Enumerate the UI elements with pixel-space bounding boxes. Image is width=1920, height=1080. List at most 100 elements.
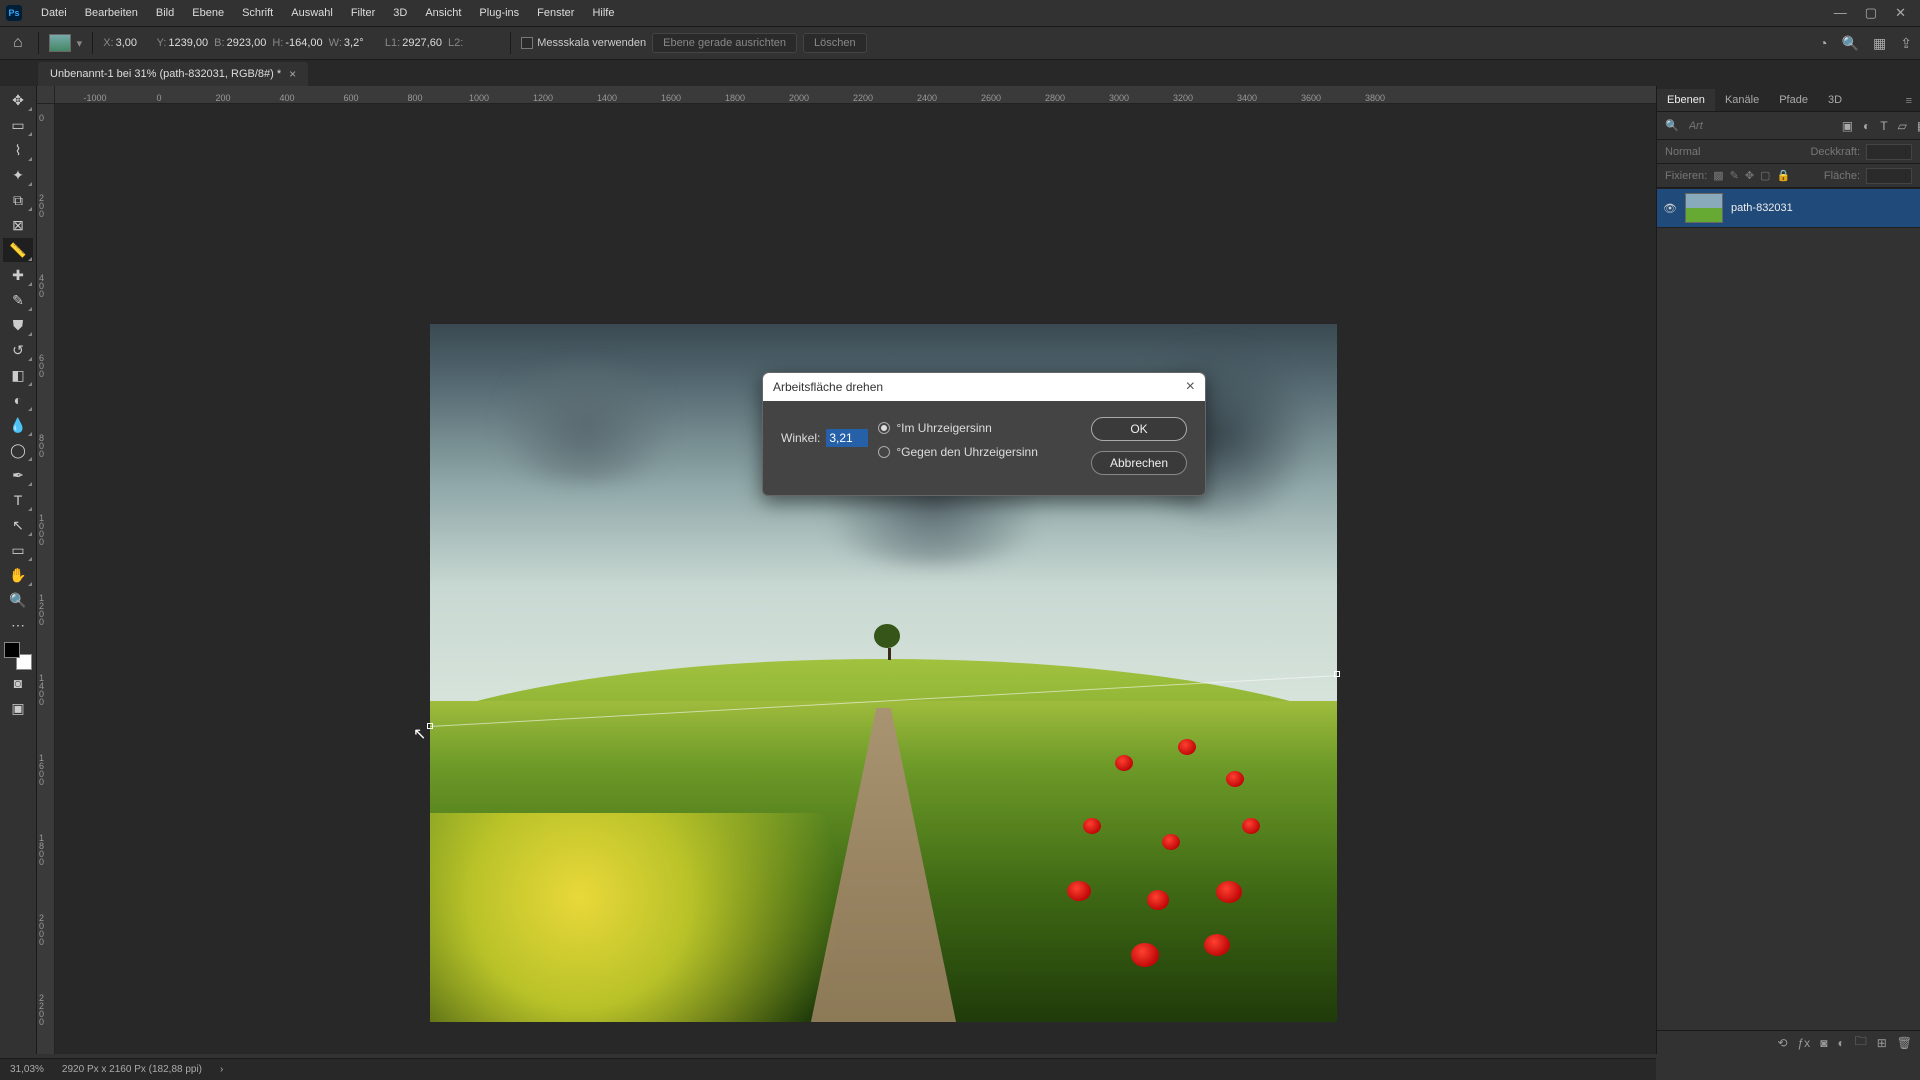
dialog-titlebar[interactable]: Arbeitsfläche drehen × (763, 373, 1205, 401)
fill-field[interactable] (1866, 168, 1912, 184)
ruler-origin[interactable] (37, 86, 55, 104)
menu-3d[interactable]: 3D (384, 3, 416, 23)
layer-row[interactable]: 👁 path-832031 (1657, 188, 1920, 228)
dialog-title: Arbeitsfläche drehen (773, 380, 883, 394)
menu-type[interactable]: Schrift (233, 3, 282, 23)
menu-view[interactable]: Ansicht (416, 3, 470, 23)
lock-move-icon[interactable]: ✥ (1745, 169, 1754, 182)
lasso-tool[interactable]: ⌇ (3, 138, 33, 162)
hand-tool[interactable]: ✋ (3, 563, 33, 587)
clockwise-radio[interactable]: °Im Uhrzeigersinn (878, 421, 1038, 435)
search-icon[interactable]: 🔍 (1665, 119, 1679, 132)
screenmode-icon[interactable]: ▣ (3, 696, 33, 720)
canvas-area[interactable]: -100002004006008001000120014001600180020… (37, 86, 1656, 1054)
eyedropper-tool[interactable]: 📏 (3, 238, 33, 262)
blend-mode-select[interactable]: Normal (1665, 146, 1804, 158)
zoom-tool[interactable]: 🔍 (3, 588, 33, 612)
menu-plugins[interactable]: Plug-ins (470, 3, 528, 23)
lock-position-icon[interactable]: ✎ (1730, 169, 1739, 182)
document-dims[interactable]: 2920 Px x 2160 Px (182,88 ppi) (62, 1064, 202, 1075)
link-icon[interactable]: ⟲ (1777, 1036, 1787, 1050)
l1-label: L1: (385, 37, 400, 49)
filter-adjust-icon[interactable]: ◐ (1863, 118, 1870, 134)
pen-tool[interactable]: ✒ (3, 463, 33, 487)
blur-tool[interactable]: 💧 (3, 413, 33, 437)
ruler-point-end[interactable] (1334, 671, 1340, 677)
lock-artboard-icon[interactable]: ▢ (1760, 169, 1770, 182)
tab-close-icon[interactable]: × (289, 67, 296, 81)
type-tool[interactable]: T (3, 488, 33, 512)
chevron-down-icon[interactable]: ▾ (77, 37, 83, 50)
menu-file[interactable]: Datei (32, 3, 76, 23)
close-icon[interactable]: ✕ (1895, 5, 1906, 21)
filter-shape-icon[interactable]: ▱ (1898, 118, 1907, 134)
panel-menu-icon[interactable]: ≡ (1898, 91, 1920, 111)
mask-icon[interactable]: ◙ (1820, 1036, 1827, 1050)
tab-paths[interactable]: Pfade (1769, 89, 1818, 111)
angle-input[interactable] (826, 429, 868, 447)
menu-filter[interactable]: Filter (342, 3, 384, 23)
gradient-tool[interactable]: ◐ (3, 388, 33, 412)
tab-channels[interactable]: Kanäle (1715, 89, 1769, 111)
shape-tool[interactable]: ▭ (3, 538, 33, 562)
menu-select[interactable]: Auswahl (282, 3, 342, 23)
menu-window[interactable]: Fenster (528, 3, 583, 23)
frame-tool[interactable]: ⊠ (3, 213, 33, 237)
cancel-button[interactable]: Abbrechen (1091, 451, 1187, 475)
history-brush-tool[interactable]: ↺ (3, 338, 33, 362)
horizontal-ruler[interactable]: -100002004006008001000120014001600180020… (55, 86, 1656, 104)
counterclockwise-radio[interactable]: °Gegen den Uhrzeigersinn (878, 445, 1038, 459)
tab-layers[interactable]: Ebenen (1657, 89, 1715, 111)
path-select-tool[interactable]: ↖ (3, 513, 33, 537)
dodge-tool[interactable]: ◯ (3, 438, 33, 462)
color-swatches[interactable] (4, 642, 32, 670)
crop-tool[interactable]: ⧉ (3, 188, 33, 212)
ok-button[interactable]: OK (1091, 417, 1187, 441)
edit-toolbar[interactable]: ⋯ (3, 613, 33, 637)
wand-tool[interactable]: ✦ (3, 163, 33, 187)
menu-image[interactable]: Bild (147, 3, 183, 23)
straighten-button[interactable]: Ebene gerade ausrichten (652, 33, 797, 53)
layer-thumb[interactable] (1685, 193, 1723, 223)
lock-pixels-icon[interactable]: ▩ (1713, 169, 1723, 182)
filter-image-icon[interactable]: ▣ (1842, 118, 1853, 134)
dialog-close-icon[interactable]: × (1186, 378, 1195, 396)
quickmask-icon[interactable]: ◙ (3, 671, 33, 695)
workspace-icon[interactable]: ▦ (1873, 35, 1886, 52)
adjustment-icon[interactable]: ◐ (1837, 1036, 1844, 1050)
marquee-tool[interactable]: ▭ (3, 113, 33, 137)
minimize-icon[interactable]: — (1834, 5, 1847, 21)
menu-help[interactable]: Hilfe (583, 3, 623, 23)
fx-icon[interactable]: ƒx (1798, 1036, 1811, 1050)
vertical-ruler[interactable]: 02 0 04 0 06 0 08 0 01 0 0 01 2 0 01 4 0… (37, 104, 55, 1054)
trash-icon[interactable]: 🗑 (1897, 1036, 1912, 1050)
clear-button[interactable]: Löschen (803, 33, 867, 53)
heal-tool[interactable]: ✚ (3, 263, 33, 287)
status-chevron-icon[interactable]: › (220, 1064, 223, 1075)
home-icon[interactable]: ⌂ (8, 32, 28, 54)
ruler-point-start[interactable] (427, 723, 433, 729)
layer-type-filter[interactable] (1689, 120, 1832, 132)
visibility-icon[interactable]: 👁 (1663, 202, 1677, 215)
group-icon[interactable]: 🗀 (1855, 1032, 1867, 1053)
brush-tool[interactable]: ✎ (3, 288, 33, 312)
share-icon[interactable]: ⇪ (1900, 35, 1912, 52)
menu-layer[interactable]: Ebene (183, 3, 233, 23)
cloud-icon[interactable]: ◔ (1819, 35, 1827, 51)
tab-3d[interactable]: 3D (1818, 89, 1852, 111)
zoom-level[interactable]: 31,03% (10, 1064, 44, 1075)
lock-all-icon[interactable]: 🔒 (1776, 169, 1790, 182)
menu-edit[interactable]: Bearbeiten (76, 3, 147, 23)
stamp-tool[interactable]: ⛊ (3, 313, 33, 337)
search-icon[interactable]: 🔍 (1842, 35, 1859, 52)
new-layer-icon[interactable]: ⊞ (1877, 1036, 1887, 1050)
tool-preset-thumb[interactable] (49, 34, 71, 52)
layer-name[interactable]: path-832031 (1731, 202, 1793, 214)
opacity-field[interactable] (1866, 144, 1912, 160)
document-tab[interactable]: Unbenannt-1 bei 31% (path-832031, RGB/8#… (38, 62, 308, 86)
eraser-tool[interactable]: ◧ (3, 363, 33, 387)
use-scale-checkbox[interactable]: Messskala verwenden (521, 37, 646, 49)
move-tool[interactable]: ✥ (3, 88, 33, 112)
filter-type-icon[interactable]: T (1880, 118, 1887, 134)
maximize-icon[interactable]: ▢ (1865, 5, 1877, 21)
